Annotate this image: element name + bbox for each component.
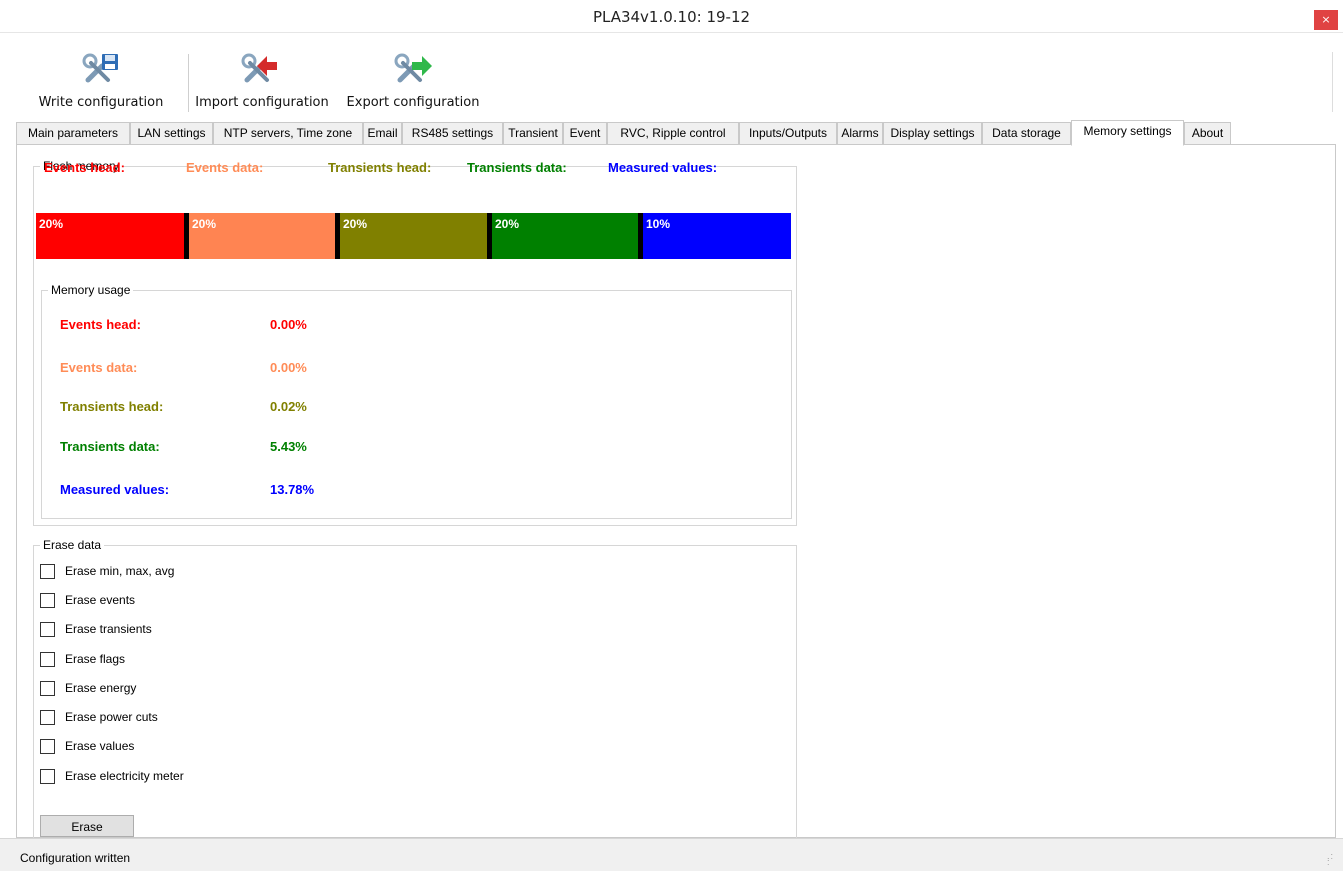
status-bar: Configuration written .:: [0, 838, 1343, 871]
bar-segment-events-head[interactable]: 20% [36, 213, 184, 259]
tab-inputs-outputs[interactable]: Inputs/Outputs [739, 122, 837, 145]
checkbox-label[interactable]: Erase min, max, avg [65, 564, 174, 578]
tab-alarms[interactable]: Alarms [837, 122, 883, 145]
checkbox-box[interactable] [40, 622, 55, 637]
tab-rs485-settings[interactable]: RS485 settings [402, 122, 503, 145]
checkbox-box[interactable] [40, 769, 55, 784]
bar-percent-measured-values: 10% [646, 217, 671, 231]
write-configuration-button[interactable]: Write configuration [34, 48, 168, 112]
usage-value-transients-head: 0.02% [270, 399, 307, 414]
tools-export-icon [394, 52, 432, 86]
tools-save-icon [82, 52, 120, 86]
checkbox-box[interactable] [40, 564, 55, 579]
export-configuration-label: Export configuration [346, 95, 480, 110]
bar-segment-events-data[interactable]: 20% [189, 213, 335, 259]
checkbox-label[interactable]: Erase electricity meter [65, 769, 184, 783]
tab-event[interactable]: Event [563, 122, 607, 145]
checkbox-box[interactable] [40, 739, 55, 754]
import-configuration-label: Import configuration [195, 95, 329, 110]
usage-label-transients-head: Transients head: [60, 399, 164, 414]
write-configuration-label: Write configuration [38, 95, 164, 110]
app-window: PLA34v1.0.10: 19-12 × Write configuratio… [0, 0, 1343, 871]
memory-usage-title: Memory usage [48, 283, 134, 297]
legend-measured-values: Measured values: [608, 160, 718, 175]
bar-percent-events-data: 20% [192, 217, 217, 231]
usage-value-events-data: 0.00% [270, 360, 307, 375]
bar-percent-events-head: 20% [39, 217, 64, 231]
legend-events-data: Events data: [186, 160, 264, 175]
tab-display-settings[interactable]: Display settings [883, 122, 982, 145]
resize-grip-icon[interactable]: .:: [1327, 852, 1339, 867]
export-configuration-button[interactable]: Export configuration [340, 48, 486, 112]
bar-segment-measured-values[interactable]: 10% [643, 213, 791, 259]
usage-value-transients-data: 5.43% [270, 439, 307, 454]
checkbox-label[interactable]: Erase energy [65, 681, 136, 695]
tab-about[interactable]: About [1184, 122, 1231, 145]
legend-transients-head: Transients head: [328, 160, 432, 175]
tab-data-storage[interactable]: Data storage [982, 122, 1071, 145]
title-bar: PLA34v1.0.10: 19-12 × [0, 0, 1343, 33]
erase-button[interactable]: Erase [40, 815, 134, 837]
legend-events-head: Events head: [44, 160, 125, 175]
usage-label-events-data: Events data: [60, 360, 138, 375]
toolbar: Write configuration Import configuration [10, 48, 1333, 114]
toolbar-end [1323, 52, 1333, 112]
usage-value-measured-values: 13.78% [270, 482, 315, 497]
tab-main-parameters[interactable]: Main parameters [16, 122, 130, 145]
bar-percent-transients-head: 20% [343, 217, 368, 231]
checkbox-box[interactable] [40, 710, 55, 725]
tab-transient[interactable]: Transient [503, 122, 563, 145]
checkbox-box[interactable] [40, 593, 55, 608]
checkbox-label[interactable]: Erase power cuts [65, 710, 158, 724]
tab-lan-settings[interactable]: LAN settings [130, 122, 213, 145]
status-text: Configuration written [20, 851, 131, 865]
tab-ntp-servers[interactable]: NTP servers, Time zone [213, 122, 363, 145]
close-button[interactable]: × [1314, 10, 1338, 30]
checkbox-box[interactable] [40, 652, 55, 667]
bar-segment-transients-head[interactable]: 20% [340, 213, 487, 259]
checkbox-label[interactable]: Erase transients [65, 622, 152, 636]
erase-data-title: Erase data [40, 538, 105, 552]
checkbox-label[interactable]: Erase events [65, 593, 135, 607]
bar-percent-transients-data: 20% [495, 217, 520, 231]
checkbox-label[interactable]: Erase flags [65, 652, 125, 666]
tools-import-icon [241, 52, 279, 86]
usage-label-transients-data: Transients data: [60, 439, 160, 454]
tab-bar: Main parameters LAN settings NTP servers… [16, 120, 1336, 146]
bar-segment-transients-data[interactable]: 20% [492, 213, 638, 259]
checkbox-label[interactable]: Erase values [65, 739, 134, 753]
erase-data-group: Erase data [33, 538, 797, 845]
legend-transients-data: Transients data: [467, 160, 567, 175]
usage-value-events-head: 0.00% [270, 317, 307, 332]
tab-rvc-ripple-control[interactable]: RVC, Ripple control [607, 122, 739, 145]
usage-label-measured-values: Measured values: [60, 482, 170, 497]
tab-email[interactable]: Email [363, 122, 402, 145]
checkbox-box[interactable] [40, 681, 55, 696]
import-configuration-button[interactable]: Import configuration [187, 48, 337, 112]
window-title: PLA34v1.0.10: 19-12 [592, 8, 751, 26]
tab-memory-settings[interactable]: Memory settings [1071, 120, 1184, 146]
usage-label-events-head: Events head: [60, 317, 141, 332]
